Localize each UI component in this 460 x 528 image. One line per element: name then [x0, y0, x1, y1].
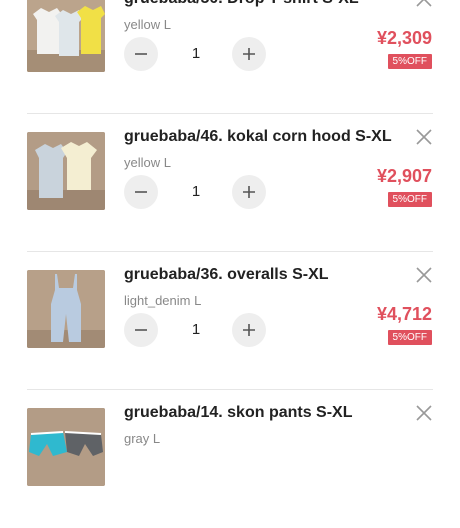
plus-icon: [243, 186, 255, 198]
discount-badge: 5%OFF: [387, 330, 432, 345]
minus-icon: [135, 191, 147, 193]
product-variant: yellow L: [124, 155, 171, 170]
product-title[interactable]: gruebaba/14. skon pants S-XL: [124, 404, 353, 422]
plus-icon: [243, 48, 255, 60]
product-image[interactable]: [27, 132, 105, 210]
increase-quantity-button[interactable]: [232, 313, 266, 347]
plus-icon: [243, 324, 255, 336]
cart-item: gruebaba/36. overalls S-XL light_denim L…: [0, 252, 460, 390]
cart-item: gruebaba/46. kokal corn hood S-XL yellow…: [0, 114, 460, 252]
close-icon[interactable]: [413, 0, 435, 10]
product-image[interactable]: [27, 408, 105, 486]
product-title[interactable]: gruebaba/46. kokal corn hood S-XL: [124, 128, 392, 146]
product-variant: gray L: [124, 431, 161, 446]
minus-icon: [135, 53, 147, 55]
item-price: ¥2,907: [376, 166, 432, 186]
increase-quantity-button[interactable]: [232, 175, 266, 209]
quantity-value: 1: [191, 321, 201, 338]
cart-item: gruebaba/14. skon pants S-XL gray L: [0, 390, 460, 528]
product-title[interactable]: gruebaba/50. Drop T-shirt S-XL: [124, 0, 359, 8]
close-icon[interactable]: [413, 402, 435, 424]
discount-badge: 5%OFF: [387, 192, 432, 207]
decrease-quantity-button[interactable]: [124, 37, 158, 71]
minus-icon: [135, 329, 147, 331]
product-variant: yellow L: [124, 17, 171, 32]
product-image[interactable]: [27, 0, 105, 72]
product-image[interactable]: [27, 270, 105, 348]
increase-quantity-button[interactable]: [232, 37, 266, 71]
cart-item: gruebaba/50. Drop T-shirt S-XL yellow L …: [0, 0, 460, 114]
quantity-value: 1: [191, 45, 201, 62]
discount-badge: 5%OFF: [387, 54, 432, 69]
product-variant: light_denim L: [124, 293, 202, 308]
quantity-value: 1: [191, 183, 201, 200]
decrease-quantity-button[interactable]: [124, 313, 158, 347]
close-icon[interactable]: [413, 126, 435, 148]
item-price: ¥4,712: [376, 304, 432, 324]
product-title[interactable]: gruebaba/36. overalls S-XL: [124, 266, 329, 284]
item-price: ¥2,309: [376, 28, 432, 48]
close-icon[interactable]: [413, 264, 435, 286]
decrease-quantity-button[interactable]: [124, 175, 158, 209]
